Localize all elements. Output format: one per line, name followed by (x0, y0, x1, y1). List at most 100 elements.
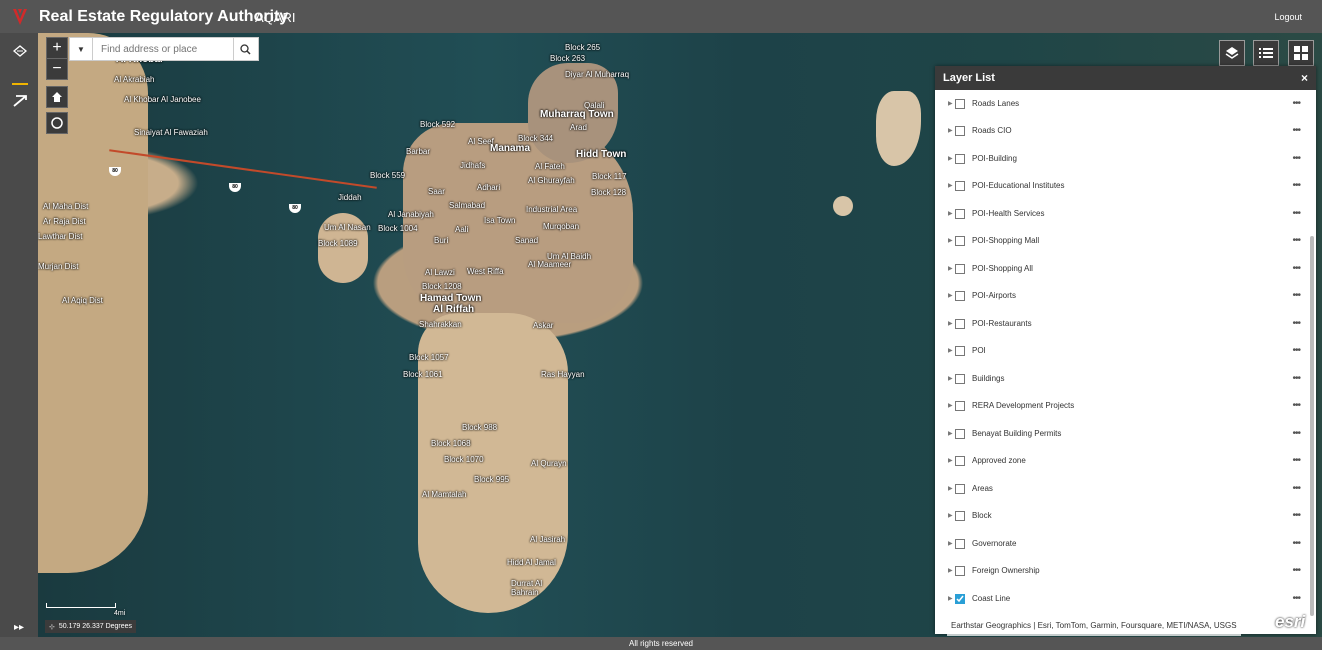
layer-checkbox[interactable] (955, 538, 965, 549)
measure-tool-icon[interactable] (10, 91, 30, 109)
map-label: Industrial Area (526, 205, 578, 214)
layer-item[interactable]: ▶ Approved zone ••• (935, 447, 1306, 474)
expand-arrow-icon[interactable]: ▶ (948, 430, 953, 437)
home-button[interactable] (46, 86, 68, 108)
layer-item[interactable]: ▶ POI-Building ••• (935, 145, 1306, 172)
layer-checkbox[interactable] (955, 125, 965, 136)
logout-link[interactable]: Logout (1274, 12, 1302, 22)
more-options-icon[interactable]: ••• (1292, 318, 1300, 329)
expand-arrow-icon[interactable]: ▶ (948, 320, 953, 327)
layer-checkbox[interactable] (955, 428, 965, 439)
expand-arrow-icon[interactable]: ▶ (948, 540, 953, 547)
layer-checkbox[interactable] (955, 565, 965, 576)
layer-checkbox[interactable] (955, 235, 965, 246)
expand-arrow-icon[interactable]: ▶ (948, 292, 953, 299)
more-options-icon[interactable]: ••• (1292, 208, 1300, 219)
map-label: Al Khobar Al Janobee (124, 95, 201, 104)
zoom-out-button[interactable]: − (46, 58, 68, 80)
more-options-icon[interactable]: ••• (1292, 180, 1300, 191)
search-widget: ▼ (69, 37, 259, 61)
search-input[interactable] (93, 42, 233, 56)
more-options-icon[interactable]: ••• (1292, 510, 1300, 521)
layer-checkbox[interactable] (955, 345, 965, 356)
more-options-icon[interactable]: ••• (1292, 235, 1300, 246)
widget-grid-button[interactable] (1288, 40, 1314, 66)
expand-arrow-icon[interactable]: ▶ (948, 567, 953, 574)
layer-item[interactable]: ▶ POI-Shopping All ••• (935, 255, 1306, 282)
layer-name: POI (972, 346, 986, 355)
more-options-icon[interactable]: ••• (1292, 565, 1300, 576)
close-icon[interactable]: × (1301, 71, 1308, 85)
layer-list-button[interactable] (1253, 40, 1279, 66)
layer-item[interactable]: ▶ POI ••• (935, 337, 1306, 364)
crosshair-icon[interactable]: ⊹ (49, 623, 55, 631)
layer-item[interactable]: ▶ POI-Airports ••• (935, 282, 1306, 309)
expand-arrow-icon[interactable]: ▶ (948, 100, 953, 107)
layer-checkbox-checked[interactable] (955, 593, 965, 604)
expand-arrow-icon[interactable]: ▶ (948, 265, 953, 272)
expand-arrow-icon[interactable]: ▶ (948, 155, 953, 162)
more-options-icon[interactable]: ••• (1292, 455, 1300, 466)
more-options-icon[interactable]: ••• (1292, 593, 1300, 604)
search-source-dropdown[interactable]: ▼ (70, 38, 93, 60)
layer-checkbox[interactable] (955, 510, 965, 521)
expand-arrow-icon[interactable]: ▶ (948, 457, 953, 464)
expand-arrow-icon[interactable]: ▶ (948, 512, 953, 519)
layer-list-scrollbar[interactable] (1310, 236, 1314, 616)
layer-checkbox[interactable] (955, 208, 965, 219)
layer-item[interactable]: ▶ Buildings ••• (935, 365, 1306, 392)
search-button[interactable] (233, 38, 256, 60)
layer-checkbox[interactable] (955, 455, 965, 466)
layer-checkbox[interactable] (955, 153, 965, 164)
layer-checkbox[interactable] (955, 180, 965, 191)
layer-item[interactable]: ▶ POI-Shopping Mall ••• (935, 227, 1306, 254)
expand-arrow-icon[interactable]: ▶ (948, 595, 953, 602)
layer-checkbox[interactable] (955, 483, 965, 494)
expand-arrow-icon[interactable]: ▶ (948, 485, 953, 492)
more-options-icon[interactable]: ••• (1292, 428, 1300, 439)
layer-item[interactable]: ▶ Roads CIO ••• (935, 117, 1306, 144)
expand-arrow-icon[interactable]: ▶ (948, 127, 953, 134)
expand-arrow-icon[interactable]: ▶ (948, 375, 953, 382)
basemap-gallery-button[interactable] (1219, 40, 1245, 66)
route-shield: 80 (229, 183, 241, 192)
map-label: Block 1068 (431, 439, 471, 448)
more-options-icon[interactable]: ••• (1292, 263, 1300, 274)
more-options-icon[interactable]: ••• (1292, 345, 1300, 356)
expand-arrow-icon[interactable]: ▶ (948, 182, 953, 189)
layer-item[interactable]: ▶ RERA Development Projects ••• (935, 392, 1306, 419)
layer-item[interactable]: ▶ Foreign Ownership ••• (935, 557, 1306, 584)
locate-button[interactable] (46, 112, 68, 134)
layer-item[interactable]: ▶ Benayat Building Permits ••• (935, 420, 1306, 447)
more-options-icon[interactable]: ••• (1292, 538, 1300, 549)
more-options-icon[interactable]: ••• (1292, 153, 1300, 164)
layer-checkbox[interactable] (955, 98, 965, 109)
map-attribution: Earthstar Geographics | Esri, TomTom, Ga… (947, 620, 1241, 636)
layer-item[interactable]: ▶ Block ••• (935, 502, 1306, 529)
expand-arrow-icon[interactable]: ▶ (948, 402, 953, 409)
layer-item[interactable]: ▶ POI-Educational Institutes ••• (935, 172, 1306, 199)
more-options-icon[interactable]: ••• (1292, 290, 1300, 301)
layer-item[interactable]: ▶ Roads Lanes ••• (935, 90, 1306, 117)
more-options-icon[interactable]: ••• (1292, 373, 1300, 384)
expand-arrow-icon[interactable]: ▶ (948, 237, 953, 244)
draw-tool-icon[interactable] (10, 42, 30, 60)
expand-arrow-icon[interactable]: ▶ (948, 347, 953, 354)
zoom-in-button[interactable]: + (46, 37, 68, 59)
more-options-icon[interactable]: ••• (1292, 400, 1300, 411)
layer-item[interactable]: ▶ Governorate ••• (935, 530, 1306, 557)
more-options-icon[interactable]: ••• (1292, 483, 1300, 494)
layer-checkbox[interactable] (955, 373, 965, 384)
layer-checkbox[interactable] (955, 263, 965, 274)
more-options-icon[interactable]: ••• (1292, 98, 1300, 109)
expand-arrow-icon[interactable]: ▶ (948, 210, 953, 217)
layer-checkbox[interactable] (955, 290, 965, 301)
expand-sidebar-icon[interactable]: ▸▸ (14, 622, 24, 633)
more-options-icon[interactable]: ••• (1292, 125, 1300, 136)
layer-item[interactable]: ▶ Coast Line ••• (935, 585, 1306, 612)
layer-item[interactable]: ▶ POI-Health Services ••• (935, 200, 1306, 227)
layer-checkbox[interactable] (955, 400, 965, 411)
layer-item[interactable]: ▶ Areas ••• (935, 475, 1306, 502)
layer-checkbox[interactable] (955, 318, 965, 329)
layer-item[interactable]: ▶ POI-Restaurants ••• (935, 310, 1306, 337)
